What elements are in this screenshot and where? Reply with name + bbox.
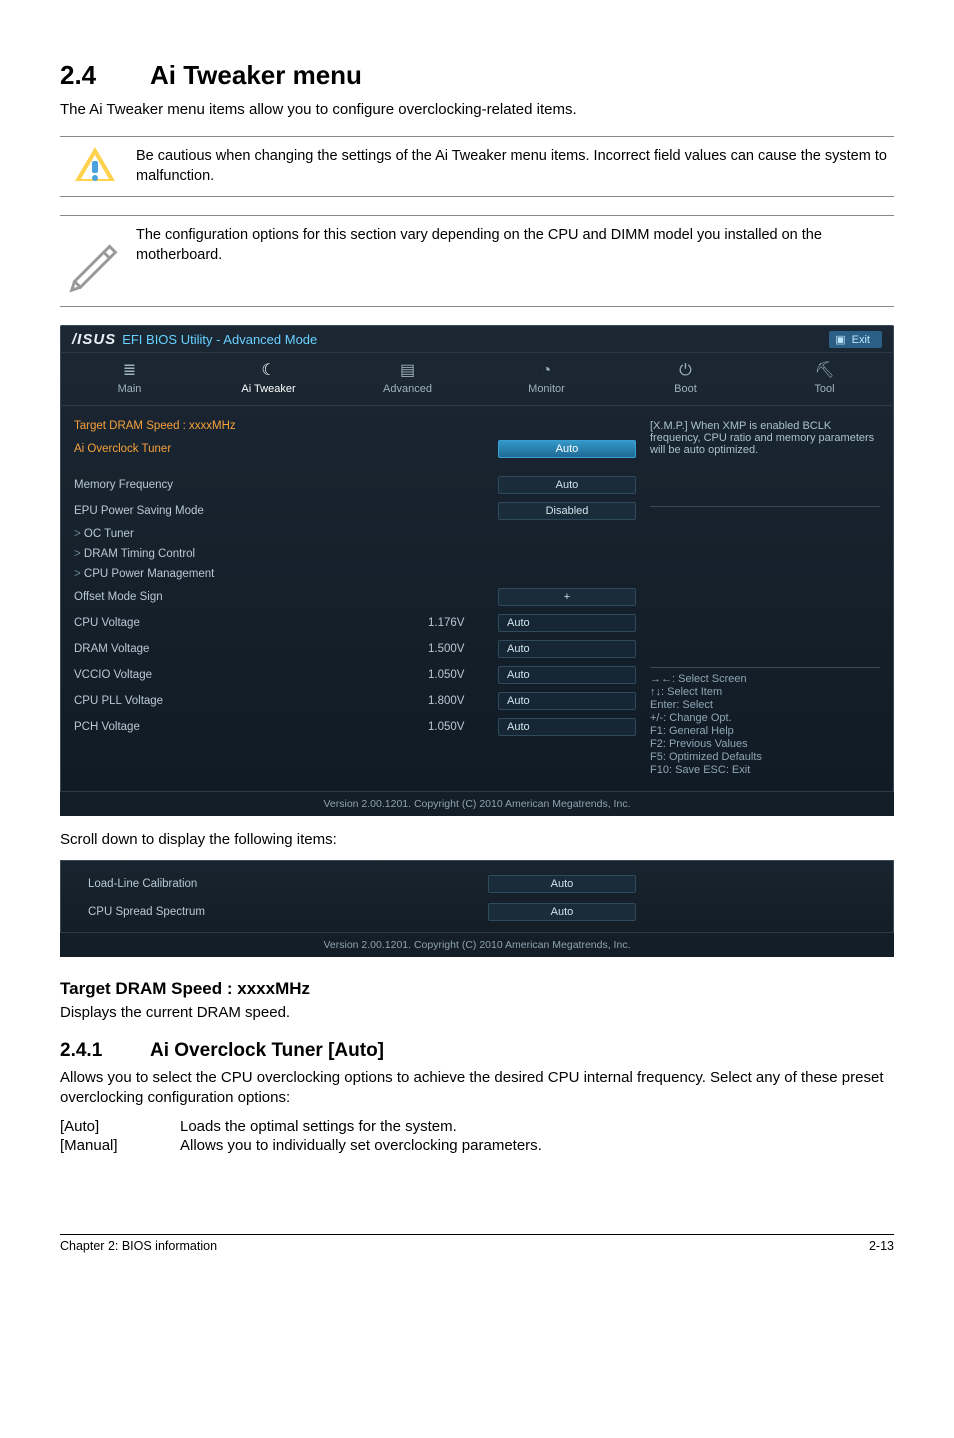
chip-icon: ▤ [338,361,477,381]
exit-icon: ▣ [835,333,845,346]
dram-voltage-current: 1.500V [428,643,498,655]
bios-help-text: [X.M.P.] When XMP is enabled BCLK freque… [650,420,880,507]
page-footer: Chapter 2: BIOS information 2-13 [60,1234,894,1253]
dram-voltage-row[interactable]: DRAM Voltage 1.500V Auto [74,636,636,662]
note-text: The configuration options for this secti… [130,226,894,265]
vccio-voltage-row[interactable]: VCCIO Voltage 1.050V Auto [74,662,636,688]
vccio-voltage-current: 1.050V [428,669,498,681]
dram-timing-row[interactable]: DRAM Timing Control [74,544,636,564]
cpu-spread-spectrum-row[interactable]: CPU Spread Spectrum Auto [88,898,866,926]
offset-mode-sign-row[interactable]: Offset Mode Sign + [74,584,636,610]
warning-icon [60,147,130,181]
offset-mode-sign-value[interactable]: + [498,588,636,606]
tab-ai-tweaker[interactable]: ☾Ai Tweaker [199,353,338,405]
subsection-body: Allows you to select the CPU overclockin… [60,1068,894,1109]
epu-power-saving-label: EPU Power Saving Mode [74,505,498,517]
warning-callout: Be cautious when changing the settings o… [60,136,894,197]
pch-voltage-value[interactable]: Auto [498,718,636,736]
scroll-instruction: Scroll down to display the following ite… [60,830,894,850]
gauge-icon: ◔ [477,361,616,381]
ai-overclock-tuner-label: Ai Overclock Tuner [74,443,498,455]
subsection-number: 2.4.1 [60,1040,150,1062]
note-callout: The configuration options for this secti… [60,215,894,307]
oc-tuner-row[interactable]: OC Tuner [74,524,636,544]
memory-frequency-value[interactable]: Auto [498,476,636,494]
bios-tab-bar: ≣Main ☾Ai Tweaker ▤Advanced ◔Monitor ⏻Bo… [60,352,894,406]
dram-voltage-value[interactable]: Auto [498,640,636,658]
cpu-voltage-value[interactable]: Auto [498,614,636,632]
exit-label: Exit [852,334,870,346]
cpu-pll-voltage-value[interactable]: Auto [498,692,636,710]
offset-mode-sign-label: Offset Mode Sign [74,591,498,603]
tab-boot[interactable]: ⏻Boot [616,353,755,405]
bios-logo: /ISUS [72,331,116,348]
pch-voltage-current: 1.050V [428,721,498,733]
cpu-pll-voltage-row[interactable]: CPU PLL Voltage 1.800V Auto [74,688,636,714]
subsection-heading: 2.4.1Ai Overclock Tuner [Auto] [60,1040,894,1062]
cpu-power-mgmt-row[interactable]: CPU Power Management [74,564,636,584]
section-heading: 2.4Ai Tweaker menu [60,60,894,91]
subsection-title: Ai Overclock Tuner [Auto] [150,1040,384,1061]
footer-page-number: 2-13 [869,1239,894,1253]
target-dram-speed-label: Target DRAM Speed : xxxxMHz [74,420,636,432]
bios-panel-2: Load-Line Calibration Auto CPU Spread Sp… [60,860,894,957]
pen-icon [60,226,130,296]
warning-text: Be cautious when changing the settings o… [130,147,894,186]
epu-power-saving-value[interactable]: Disabled [498,502,636,520]
list-icon: ≣ [60,361,199,381]
moon-icon: ☾ [199,361,338,381]
bios-title: EFI BIOS Utility - Advanced Mode [122,332,317,347]
bios-key-help: →←: Select Screen ↑↓: Select Item Enter:… [650,667,880,776]
cpu-voltage-row[interactable]: CPU Voltage 1.176V Auto [74,610,636,636]
bios-panel: /ISUS EFI BIOS Utility - Advanced Mode ▣… [60,325,894,816]
bios-footer-2: Version 2.00.1201. Copyright (C) 2010 Am… [60,932,894,957]
epu-power-saving-row[interactable]: EPU Power Saving Mode Disabled [74,498,636,524]
tab-tool[interactable]: ⛏Tool [755,353,894,405]
exit-button[interactable]: ▣ Exit [829,331,882,348]
footer-chapter: Chapter 2: BIOS information [60,1239,217,1253]
memory-frequency-label: Memory Frequency [74,479,498,491]
tool-icon: ⛏ [755,361,894,381]
bios-footer: Version 2.00.1201. Copyright (C) 2010 Am… [60,791,894,816]
ai-overclock-tuner-row[interactable]: Ai Overclock Tuner Auto [74,436,636,462]
cpu-spread-spectrum-value[interactable]: Auto [488,903,636,921]
cpu-voltage-current: 1.176V [428,617,498,629]
option-auto: [Auto]Loads the optimal settings for the… [60,1118,894,1135]
section-title-text: Ai Tweaker menu [150,60,362,90]
memory-frequency-row[interactable]: Memory Frequency Auto [74,472,636,498]
intro-paragraph: The Ai Tweaker menu items allow you to c… [60,101,894,118]
tab-main[interactable]: ≣Main [60,353,199,405]
option-manual: [Manual]Allows you to individually set o… [60,1137,894,1154]
cpu-pll-voltage-current: 1.800V [428,695,498,707]
tab-advanced[interactable]: ▤Advanced [338,353,477,405]
ai-overclock-tuner-value[interactable]: Auto [498,440,636,458]
tab-monitor[interactable]: ◔Monitor [477,353,616,405]
vccio-voltage-value[interactable]: Auto [498,666,636,684]
load-line-calibration-value[interactable]: Auto [488,875,636,893]
power-icon: ⏻ [616,361,755,381]
target-dram-body: Displays the current DRAM speed. [60,1003,894,1023]
load-line-calibration-row[interactable]: Load-Line Calibration Auto [88,870,866,898]
section-number: 2.4 [60,60,150,91]
pch-voltage-row[interactable]: PCH Voltage 1.050V Auto [74,714,636,740]
target-dram-heading: Target DRAM Speed : xxxxMHz [60,979,894,999]
